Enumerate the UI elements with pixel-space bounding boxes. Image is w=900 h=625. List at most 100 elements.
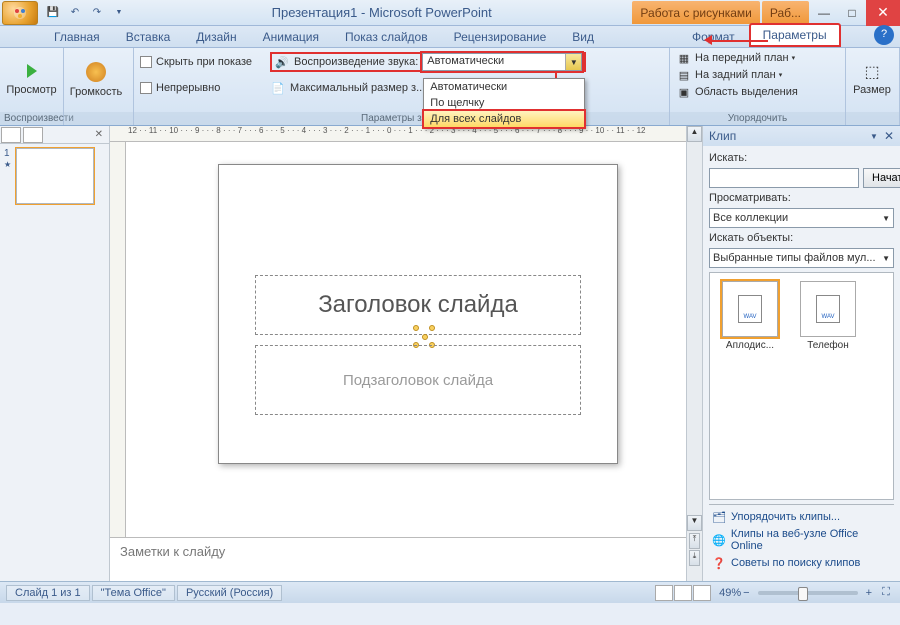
next-slide-icon[interactable]: ⤓ xyxy=(689,550,700,566)
help-icon: ❓ xyxy=(711,555,727,571)
objects-select[interactable]: Выбранные типы файлов мул... ▼ xyxy=(709,248,894,268)
size-button[interactable]: ⬚ Размер xyxy=(850,64,894,96)
file-size-icon: 📄 xyxy=(270,80,286,96)
vertical-scrollbar[interactable]: ▲ ▼ ⤒ ⤓ xyxy=(686,126,702,581)
organize-clips-link[interactable]: 🗂Упорядочить клипы... xyxy=(711,509,892,525)
link-label: Клипы на веб-узле Office Online xyxy=(731,528,892,552)
fit-window-icon[interactable]: ⛶ xyxy=(878,585,894,601)
horizontal-ruler: 12 · · 11 · · 10 · · · 9 · · · 8 · · · 7… xyxy=(110,126,686,142)
dropdown-arrow-icon: ▼ xyxy=(882,214,890,223)
tab-slideshow[interactable]: Показ слайдов xyxy=(333,27,440,47)
group-label-preview: Воспроизвести xyxy=(0,112,63,125)
browse-select[interactable]: Все коллекции ▼ xyxy=(709,208,894,228)
link-label: Советы по поиску клипов xyxy=(731,557,860,569)
normal-view-icon[interactable] xyxy=(655,585,673,601)
checkbox-icon xyxy=(140,82,152,94)
hide-on-show-checkbox[interactable]: Скрыть при показе xyxy=(140,52,252,72)
office-button[interactable] xyxy=(2,1,38,25)
group-volume: Громкость xyxy=(64,48,134,125)
group-size: ⬚ Размер xyxy=(846,48,900,125)
bring-front-icon: ▦ xyxy=(676,50,692,66)
wav-icon xyxy=(738,295,762,323)
volume-button[interactable]: Громкость xyxy=(68,50,124,110)
zoom-in-icon[interactable]: + xyxy=(866,587,872,599)
tab-home[interactable]: Главная xyxy=(42,27,112,47)
ctx-tab-picture-tools[interactable]: Работа с рисунками xyxy=(632,1,759,24)
slide-canvas[interactable]: Заголовок слайда Подзаголовок слайда xyxy=(128,144,684,531)
clip-item-1[interactable]: Аплодис... xyxy=(718,281,782,351)
maximize-button[interactable]: □ xyxy=(838,3,866,23)
hide-on-show-label: Скрыть при показе xyxy=(156,56,252,68)
zoom-value[interactable]: 49% xyxy=(719,587,741,599)
sorter-view-icon[interactable] xyxy=(674,585,692,601)
annotation-arrow-head xyxy=(704,35,712,45)
clip-title: Клип xyxy=(709,129,736,143)
clip-dropdown-icon[interactable]: ▼ xyxy=(870,132,878,141)
subtitle-placeholder[interactable]: Подзаголовок слайда xyxy=(255,345,581,415)
slide-thumbnail-1[interactable]: 1★ xyxy=(4,148,105,204)
dd-item-click[interactable]: По щелчку xyxy=(424,95,584,111)
size-icon: ⬚ xyxy=(864,64,880,80)
group-label-volume xyxy=(64,112,133,125)
group-label-arrange: Упорядочить xyxy=(670,112,845,125)
scroll-up-icon[interactable]: ▲ xyxy=(687,126,702,142)
preview-label: Просмотр xyxy=(6,84,56,96)
status-language[interactable]: Русский (Россия) xyxy=(177,585,282,601)
thumbnail-pane: ✕ 1★ xyxy=(0,126,110,581)
tab-view[interactable]: Вид xyxy=(560,27,606,47)
dd-item-all-slides[interactable]: Для всех слайдов xyxy=(424,111,584,127)
tab-insert[interactable]: Вставка xyxy=(114,27,183,47)
outline-tab-icon[interactable] xyxy=(23,127,43,143)
zoom-slider[interactable] xyxy=(758,591,858,595)
dd-item-auto[interactable]: Автоматически xyxy=(424,79,584,95)
close-pane-icon[interactable]: ✕ xyxy=(91,129,107,140)
dropdown-arrow-icon: ▼ xyxy=(882,254,890,263)
combo-value: Автоматически xyxy=(423,54,565,70)
tab-parameters[interactable]: Параметры xyxy=(749,23,841,47)
qat-customize-icon[interactable]: ▼ xyxy=(110,4,128,22)
tab-review[interactable]: Рецензирование xyxy=(442,27,559,47)
office-online-link[interactable]: 🌐Клипы на веб-узле Office Online xyxy=(711,528,892,552)
loop-checkbox[interactable]: Непрерывно xyxy=(140,78,252,98)
clip-thumb xyxy=(722,281,778,337)
play-sound-combo[interactable]: Автоматически ▼ Автоматически По щелчку … xyxy=(422,53,582,71)
title-text: Заголовок слайда xyxy=(318,291,518,319)
undo-icon[interactable]: ↶ xyxy=(66,4,84,22)
scroll-down-icon[interactable]: ▼ xyxy=(687,515,702,531)
slideshow-view-icon[interactable] xyxy=(693,585,711,601)
dropdown-arrow-icon[interactable]: ▼ xyxy=(565,54,581,70)
notes-pane[interactable]: Заметки к слайду xyxy=(110,537,686,581)
loop-label: Непрерывно xyxy=(156,82,220,94)
zoom-out-icon[interactable]: − xyxy=(743,587,749,599)
search-input[interactable] xyxy=(709,168,859,188)
tab-format[interactable]: Формат xyxy=(680,27,747,47)
preview-button[interactable]: Просмотр xyxy=(4,50,59,110)
ctx-tab-truncated[interactable]: Раб... xyxy=(762,1,809,24)
close-button[interactable]: ✕ xyxy=(866,0,900,26)
group-preview: Просмотр Воспроизвести xyxy=(0,48,64,125)
selection-pane-button[interactable]: ▣Область выделения xyxy=(676,84,839,100)
clip-item-label: Телефон xyxy=(796,340,860,351)
save-icon[interactable]: 💾 xyxy=(44,4,62,22)
clip-item-2[interactable]: Телефон xyxy=(796,281,860,351)
vertical-ruler xyxy=(110,142,126,581)
wav-icon xyxy=(816,295,840,323)
search-go-button[interactable]: Начать xyxy=(863,168,900,188)
prev-slide-icon[interactable]: ⤒ xyxy=(689,533,700,549)
tab-design[interactable]: Дизайн xyxy=(184,27,248,47)
link-label: Упорядочить клипы... xyxy=(731,511,840,523)
window-controls: — □ ✕ xyxy=(810,0,900,25)
minimize-button[interactable]: — xyxy=(810,3,838,23)
close-clip-icon[interactable]: ✕ xyxy=(884,129,894,143)
objects-value: Выбранные типы файлов мул... xyxy=(713,252,876,264)
redo-icon[interactable]: ↷ xyxy=(88,4,106,22)
thumb-number: 1★ xyxy=(4,148,14,204)
annotation-arrow xyxy=(710,40,768,42)
tips-link[interactable]: ❓ Советы по поиску клипов xyxy=(711,555,892,571)
help-icon[interactable]: ? xyxy=(874,25,894,45)
tab-animation[interactable]: Анимация xyxy=(251,27,331,47)
send-back-button[interactable]: ▤На задний план▾ xyxy=(676,67,839,83)
slides-tab-icon[interactable] xyxy=(1,127,21,143)
clip-results: Аплодис... Телефон xyxy=(709,272,894,500)
bring-front-button[interactable]: ▦На передний план▾ xyxy=(676,50,839,66)
